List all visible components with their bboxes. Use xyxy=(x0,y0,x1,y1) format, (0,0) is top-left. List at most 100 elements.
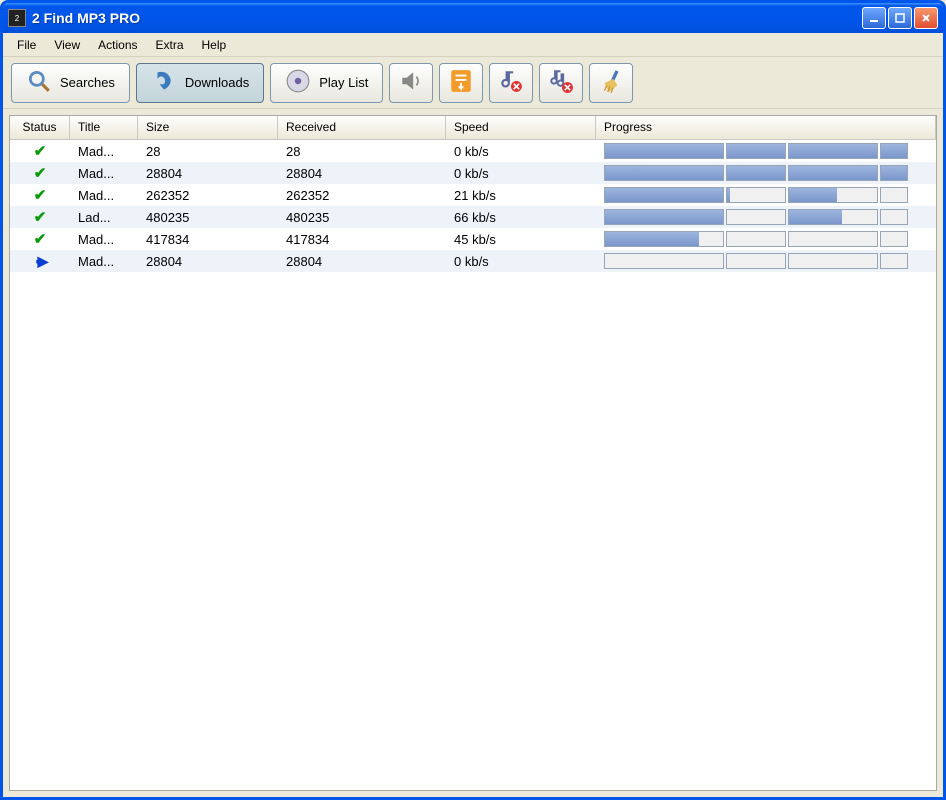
progress-segment xyxy=(604,187,724,203)
col-progress[interactable]: Progress xyxy=(596,116,936,139)
progress-segment xyxy=(604,209,724,225)
title-cell: Lad... xyxy=(70,210,138,225)
col-received[interactable]: Received xyxy=(278,116,446,139)
progress-cell xyxy=(596,165,936,181)
size-cell: 480235 xyxy=(138,210,278,225)
progress-segment xyxy=(788,209,878,225)
menubar: File View Actions Extra Help xyxy=(3,33,943,57)
speed-cell: 0 kb/s xyxy=(446,166,596,181)
table-row[interactable]: ✔Mad...26235226235221 kb/s xyxy=(10,184,936,206)
size-cell: 28804 xyxy=(138,166,278,181)
download-queue-button[interactable] xyxy=(439,63,483,103)
col-speed[interactable]: Speed xyxy=(446,116,596,139)
size-cell: 28804 xyxy=(138,254,278,269)
table-row[interactable]: ▪▪▶Mad...28804288040 kb/s xyxy=(10,250,936,272)
speed-cell: 45 kb/s xyxy=(446,232,596,247)
window-title: 2 Find MP3 PRO xyxy=(32,10,862,26)
searches-button[interactable]: Searches xyxy=(11,63,130,103)
progress-segment xyxy=(726,253,786,269)
close-button[interactable] xyxy=(914,7,938,29)
menu-help[interactable]: Help xyxy=(194,35,235,55)
disc-icon xyxy=(285,68,311,97)
status-cell: ✔ xyxy=(10,164,70,182)
table-row[interactable]: ✔Lad...48023548023566 kb/s xyxy=(10,206,936,228)
window-controls xyxy=(862,7,938,29)
speaker-button[interactable] xyxy=(389,63,433,103)
check-icon: ✔ xyxy=(34,230,47,248)
received-cell: 28804 xyxy=(278,254,446,269)
clean-button[interactable] xyxy=(589,63,633,103)
minimize-button[interactable] xyxy=(862,7,886,29)
progress-cell xyxy=(596,231,936,247)
col-size[interactable]: Size xyxy=(138,116,278,139)
progress-bar xyxy=(604,253,926,269)
progress-segment xyxy=(726,231,786,247)
title-cell: Mad... xyxy=(70,232,138,247)
speaker-icon xyxy=(398,68,424,97)
progress-segment xyxy=(880,253,908,269)
title-cell: Mad... xyxy=(70,144,138,159)
multi-music-remove-icon xyxy=(548,68,574,97)
transfer-icon: ▪▪▶ xyxy=(36,253,45,270)
playlist-button[interactable]: Play List xyxy=(270,63,383,103)
downloads-button[interactable]: Downloads xyxy=(136,63,264,103)
title-cell: Mad... xyxy=(70,254,138,269)
table-body[interactable]: ✔Mad...28280 kb/s✔Mad...28804288040 kb/s… xyxy=(10,140,936,790)
remove-track-button[interactable] xyxy=(489,63,533,103)
progress-bar xyxy=(604,187,926,203)
progress-segment xyxy=(788,253,878,269)
size-cell: 262352 xyxy=(138,188,278,203)
menu-file[interactable]: File xyxy=(9,35,44,55)
progress-segment xyxy=(880,165,908,181)
size-cell: 28 xyxy=(138,144,278,159)
check-icon: ✔ xyxy=(34,164,47,182)
status-cell: ✔ xyxy=(10,230,70,248)
progress-segment xyxy=(604,165,724,181)
progress-segment xyxy=(788,231,878,247)
received-cell: 480235 xyxy=(278,210,446,225)
received-cell: 417834 xyxy=(278,232,446,247)
titlebar[interactable]: 2 2 Find MP3 PRO xyxy=(3,3,943,33)
title-cell: Mad... xyxy=(70,188,138,203)
progress-segment xyxy=(880,143,908,159)
status-cell: ▪▪▶ xyxy=(10,253,70,270)
progress-bar xyxy=(604,165,926,181)
progress-segment xyxy=(726,165,786,181)
progress-bar xyxy=(604,143,926,159)
progress-segment xyxy=(726,143,786,159)
progress-segment xyxy=(880,231,908,247)
received-cell: 28 xyxy=(278,144,446,159)
menu-actions[interactable]: Actions xyxy=(90,35,145,55)
remove-tracks-button[interactable] xyxy=(539,63,583,103)
progress-segment xyxy=(604,143,724,159)
progress-segment xyxy=(788,165,878,181)
check-icon: ✔ xyxy=(34,142,47,160)
check-icon: ✔ xyxy=(34,186,47,204)
col-title[interactable]: Title xyxy=(70,116,138,139)
speed-cell: 66 kb/s xyxy=(446,210,596,225)
downloads-label: Downloads xyxy=(185,75,249,90)
progress-segment xyxy=(880,209,908,225)
table-row[interactable]: ✔Mad...28804288040 kb/s xyxy=(10,162,936,184)
progress-segment xyxy=(726,209,786,225)
received-cell: 262352 xyxy=(278,188,446,203)
progress-segment xyxy=(880,187,908,203)
table-row[interactable]: ✔Mad...28280 kb/s xyxy=(10,140,936,162)
menu-view[interactable]: View xyxy=(46,35,88,55)
app-icon: 2 xyxy=(8,9,26,27)
progress-segment xyxy=(788,143,878,159)
status-cell: ✔ xyxy=(10,186,70,204)
title-cell: Mad... xyxy=(70,166,138,181)
music-remove-icon xyxy=(498,68,524,97)
check-icon: ✔ xyxy=(34,208,47,226)
status-cell: ✔ xyxy=(10,208,70,226)
status-cell: ✔ xyxy=(10,142,70,160)
progress-segment xyxy=(604,231,724,247)
maximize-button[interactable] xyxy=(888,7,912,29)
menu-extra[interactable]: Extra xyxy=(148,35,192,55)
col-status[interactable]: Status xyxy=(10,116,70,139)
playlist-label: Play List xyxy=(319,75,368,90)
table-row[interactable]: ✔Mad...41783441783445 kb/s xyxy=(10,228,936,250)
progress-cell xyxy=(596,253,936,269)
speed-cell: 0 kb/s xyxy=(446,144,596,159)
